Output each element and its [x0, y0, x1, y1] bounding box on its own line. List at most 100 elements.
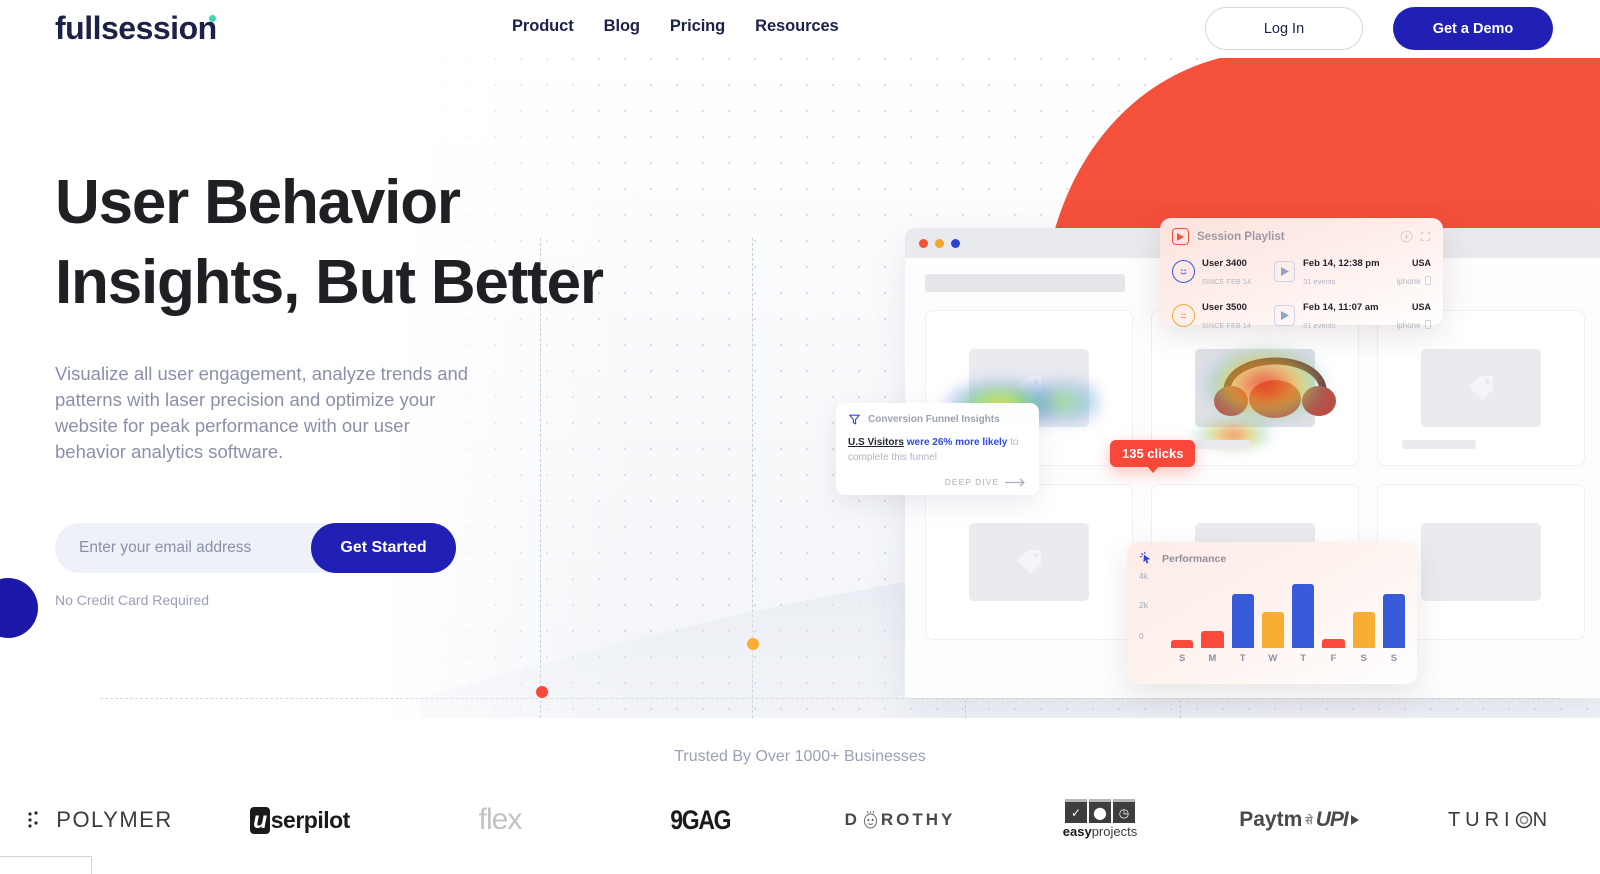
dorothy-face-icon: [863, 810, 877, 828]
funnel-card-header: Conversion Funnel Insights: [848, 413, 1027, 426]
trusted-section: Trusted By Over 1000+ Businesses: [0, 718, 1600, 766]
mood-neutral-icon: [1172, 303, 1195, 327]
logo-userpilot-text: serpilot: [270, 806, 351, 833]
playlist-title: Session Playlist: [1197, 230, 1285, 243]
product-placeholder: [1421, 349, 1541, 427]
logo-9gag: 9GAG: [600, 805, 800, 836]
performance-card-header: Performance: [1139, 551, 1405, 566]
get-started-button[interactable]: Get Started: [311, 523, 456, 573]
play-session-button[interactable]: [1274, 304, 1295, 326]
playlist-play-logo-icon: [1172, 228, 1189, 245]
session-date: Feb 14, 12:38 pm: [1303, 258, 1380, 269]
logo-upi-text: UPI: [1315, 808, 1349, 831]
session-user-name: User 3500: [1202, 302, 1247, 313]
session-user: User 3500 SINCE FEB 14: [1202, 297, 1274, 333]
bar-W-3: [1261, 612, 1284, 648]
easyprojects-icons: ✓ ⬤ ◷: [1063, 799, 1137, 823]
x-label-6: S: [1360, 653, 1367, 664]
phone-icon: [1425, 276, 1431, 285]
product-caption-bar: [1402, 440, 1476, 449]
funnel-card-body: U.S Visitors were 26% more likely to com…: [848, 435, 1027, 465]
session-geo: USA iphone: [1395, 253, 1431, 289]
site-logo[interactable]: fullsession: [55, 8, 217, 48]
login-button[interactable]: Log In: [1205, 7, 1363, 50]
client-logo-row: POLYMER u serpilot flex 9GAG D ROTHY ✓ ⬤…: [0, 780, 1600, 860]
session-row[interactable]: User 3400 SINCE FEB 14 Feb 14, 12:38 pm …: [1172, 253, 1431, 289]
session-geo: USA iphone: [1395, 297, 1431, 333]
bar-M-1: [1201, 631, 1224, 648]
trusted-title: Trusted By Over 1000+ Businesses: [674, 748, 926, 765]
performance-bar-chart: 4k 2k 0: [1139, 571, 1405, 648]
hero-copy: User Behavior Insights, But Better Visua…: [55, 163, 675, 608]
logo-dorothy-text-end: ROTHY: [880, 810, 956, 829]
product-placeholder: [969, 523, 1089, 601]
hero-subtext: Visualize all user engagement, analyze t…: [55, 363, 469, 462]
main-nav: Product Blog Pricing Resources: [512, 17, 839, 36]
logo-turion: TURI N: [1400, 809, 1600, 832]
traffic-light-red-icon: [919, 238, 928, 248]
upi-arrow-icon: [1350, 815, 1359, 825]
funnel-highlight-subject: U.S Visitors: [848, 437, 904, 448]
bar-S-7: [1382, 594, 1405, 648]
session-playlist-card: Session Playlist User 3400 SINCE FEB 14 …: [1160, 218, 1443, 330]
y-tick-4k: 4k: [1139, 571, 1148, 581]
headphones-image: [1214, 357, 1336, 418]
y-tick-0: 0: [1139, 631, 1144, 641]
session-time: Feb 14, 11:07 am 31 events: [1303, 297, 1395, 333]
paytm-devanagari-text: से: [1305, 814, 1313, 827]
funnel-icon: [849, 414, 860, 425]
x-label-5: F: [1330, 653, 1337, 664]
trend-point-orange: [747, 638, 759, 650]
x-label-4: T: [1300, 653, 1307, 664]
bar-S-0: [1171, 640, 1194, 648]
person-icon: ⬤: [1088, 799, 1111, 823]
logo-polymer-text: POLYMER: [56, 807, 173, 832]
logo-paytm-upi: Paytm से UPI: [1200, 808, 1400, 832]
phone-icon: [1425, 320, 1431, 329]
x-label-7: S: [1390, 653, 1398, 664]
play-session-button[interactable]: [1274, 260, 1295, 282]
performance-chart-card: Performance 4k 2k 0 S M T W T F S S: [1127, 542, 1417, 684]
product-card: [925, 484, 1133, 640]
session-events: 31 events: [1303, 321, 1336, 330]
expand-icon[interactable]: [1420, 231, 1431, 242]
hero-section: User Behavior Insights, But Better Visua…: [0, 58, 1600, 718]
bar-S-6: [1352, 612, 1375, 648]
site-header: fullsession Product Blog Pricing Resourc…: [0, 0, 1600, 58]
session-user: User 3400 SINCE FEB 14: [1202, 253, 1274, 289]
session-user-name: User 3400: [1202, 258, 1247, 269]
logo-turion-text-end: N: [1532, 808, 1553, 831]
logo-text: fullsession: [55, 10, 217, 46]
download-icon[interactable]: [1400, 230, 1413, 243]
nav-item-resources[interactable]: Resources: [755, 17, 839, 36]
deep-dive-link[interactable]: DEEP DIVE: [945, 477, 1027, 487]
headline-line-2: Insights, But Better: [55, 248, 604, 317]
clicks-badge: 135 clicks: [1110, 440, 1196, 473]
logo-flex-text: flex: [478, 803, 523, 836]
nav-item-blog[interactable]: Blog: [604, 17, 640, 36]
x-label-1: M: [1208, 653, 1217, 664]
mock-search-bar: [925, 274, 1125, 292]
x-axis-labels: SMTWTFSS: [1171, 653, 1405, 664]
logo-dorothy-text-start: D: [844, 810, 860, 829]
check-icon: ✓: [1064, 799, 1087, 823]
session-row[interactable]: User 3500 SINCE FEB 14 Feb 14, 11:07 am …: [1172, 297, 1431, 333]
bar-series: [1171, 576, 1405, 648]
bottom-left-widget[interactable]: [0, 856, 92, 874]
session-device: iphone: [1396, 277, 1421, 286]
bar-F-5: [1322, 639, 1345, 648]
session-user-since: SINCE FEB 14: [1202, 323, 1252, 330]
userpilot-u-icon: u: [250, 806, 270, 834]
nav-item-pricing[interactable]: Pricing: [670, 17, 725, 36]
bar-T-4: [1292, 583, 1315, 648]
arrow-right-icon: [1005, 478, 1025, 486]
playlist-header: Session Playlist: [1172, 228, 1431, 245]
logo-userpilot: u serpilot: [200, 806, 400, 834]
email-input[interactable]: [79, 539, 319, 557]
nav-item-product[interactable]: Product: [512, 17, 574, 36]
polymer-dots-icon: [28, 811, 38, 828]
headline-line-1: User Behavior: [55, 168, 461, 237]
x-label-3: W: [1268, 653, 1278, 664]
logo-9gag-text: 9GAG: [670, 804, 731, 835]
get-a-demo-button[interactable]: Get a Demo: [1393, 7, 1553, 50]
